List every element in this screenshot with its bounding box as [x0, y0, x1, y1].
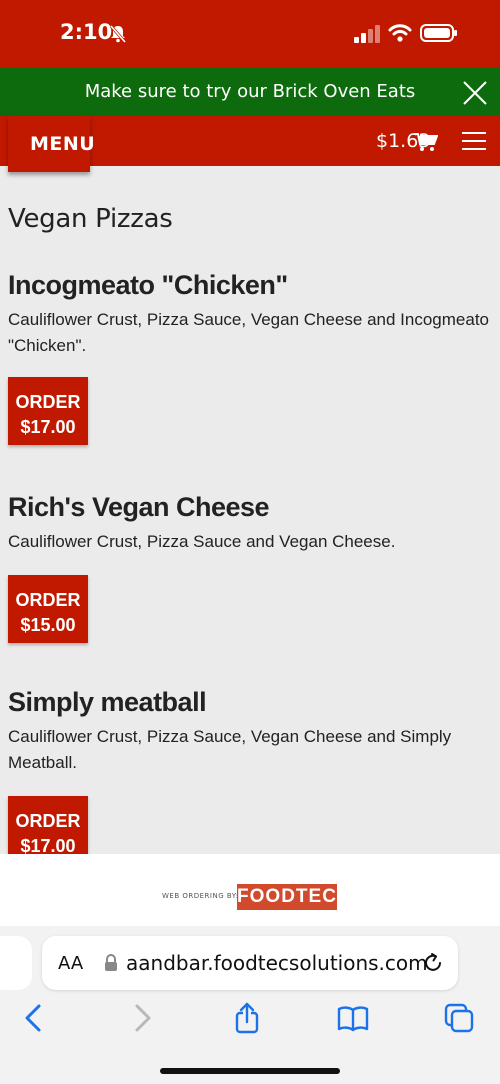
order-button[interactable]: ORDER $15.00 [8, 575, 88, 643]
bookmarks-icon[interactable] [337, 1002, 369, 1034]
menu-item: Rich's Vegan Cheese Cauliflower Crust, P… [8, 492, 498, 643]
menu-label: MENU [30, 133, 96, 155]
item-name: Rich's Vegan Cheese [8, 492, 270, 522]
item-description: Cauliflower Crust, Pizza Sauce and Vegan… [8, 532, 396, 551]
item-description: Cauliflower Crust, Pizza Sauce, Vegan Ch… [8, 310, 489, 355]
promo-text: Make sure to try our Brick Oven Eats [84, 81, 416, 102]
close-icon[interactable] [462, 80, 488, 106]
battery-icon [420, 24, 457, 42]
signal-icon [354, 25, 380, 43]
foodtec-logo[interactable]: FOODTEC [237, 884, 337, 910]
tabs-icon[interactable] [443, 1002, 475, 1034]
order-price: $17.00 [20, 836, 76, 856]
order-label: ORDER [15, 392, 81, 412]
item-name: Simply meatball [8, 687, 207, 717]
menu-item: Simply meatball Cauliflower Crust, Pizza… [8, 687, 498, 864]
menu-item: Incogmeato "Chicken" Cauliflower Crust, … [8, 270, 498, 445]
wifi-icon [388, 24, 412, 42]
home-indicator [160, 1068, 340, 1074]
lock-icon [105, 954, 117, 971]
address-bar[interactable]: AA aandbar.foodtecsolutions.com [42, 936, 458, 990]
menu-content: Vegan Pizzas Incogmeato "Chicken" Caulif… [0, 166, 500, 864]
item-description: Cauliflower Crust, Pizza Sauce, Vegan Ch… [8, 727, 452, 772]
section-title: Vegan Pizzas [8, 204, 173, 234]
status-bar: 2:10 [0, 0, 500, 68]
previous-tab-stub[interactable] [0, 936, 32, 990]
status-time: 2:10 [60, 20, 113, 44]
text-size-button[interactable]: AA [58, 953, 83, 974]
promo-banner: Make sure to try our Brick Oven Eats [0, 68, 500, 116]
order-price: $17.00 [20, 417, 76, 437]
forward-icon[interactable] [126, 1002, 158, 1034]
hamburger-icon[interactable] [462, 130, 486, 152]
footer: WEB ORDERING BY: FOODTEC [0, 854, 500, 926]
footer-label: WEB ORDERING BY: [162, 892, 239, 900]
cart-icon[interactable] [414, 132, 438, 152]
back-icon[interactable] [18, 1002, 50, 1034]
item-name: Incogmeato "Chicken" [8, 270, 288, 300]
order-label: ORDER [15, 590, 81, 610]
order-label: ORDER [15, 811, 81, 831]
menu-button[interactable]: MENU [8, 116, 95, 172]
share-icon[interactable] [231, 1002, 263, 1034]
bell-muted-icon [109, 25, 127, 43]
order-button[interactable]: ORDER $17.00 [8, 377, 88, 445]
url-text: aandbar.foodtecsolutions.com [126, 951, 428, 975]
order-price: $15.00 [20, 615, 76, 635]
reload-icon[interactable] [422, 952, 444, 974]
browser-toolbar: AA aandbar.foodtecsolutions.com [0, 926, 500, 1084]
